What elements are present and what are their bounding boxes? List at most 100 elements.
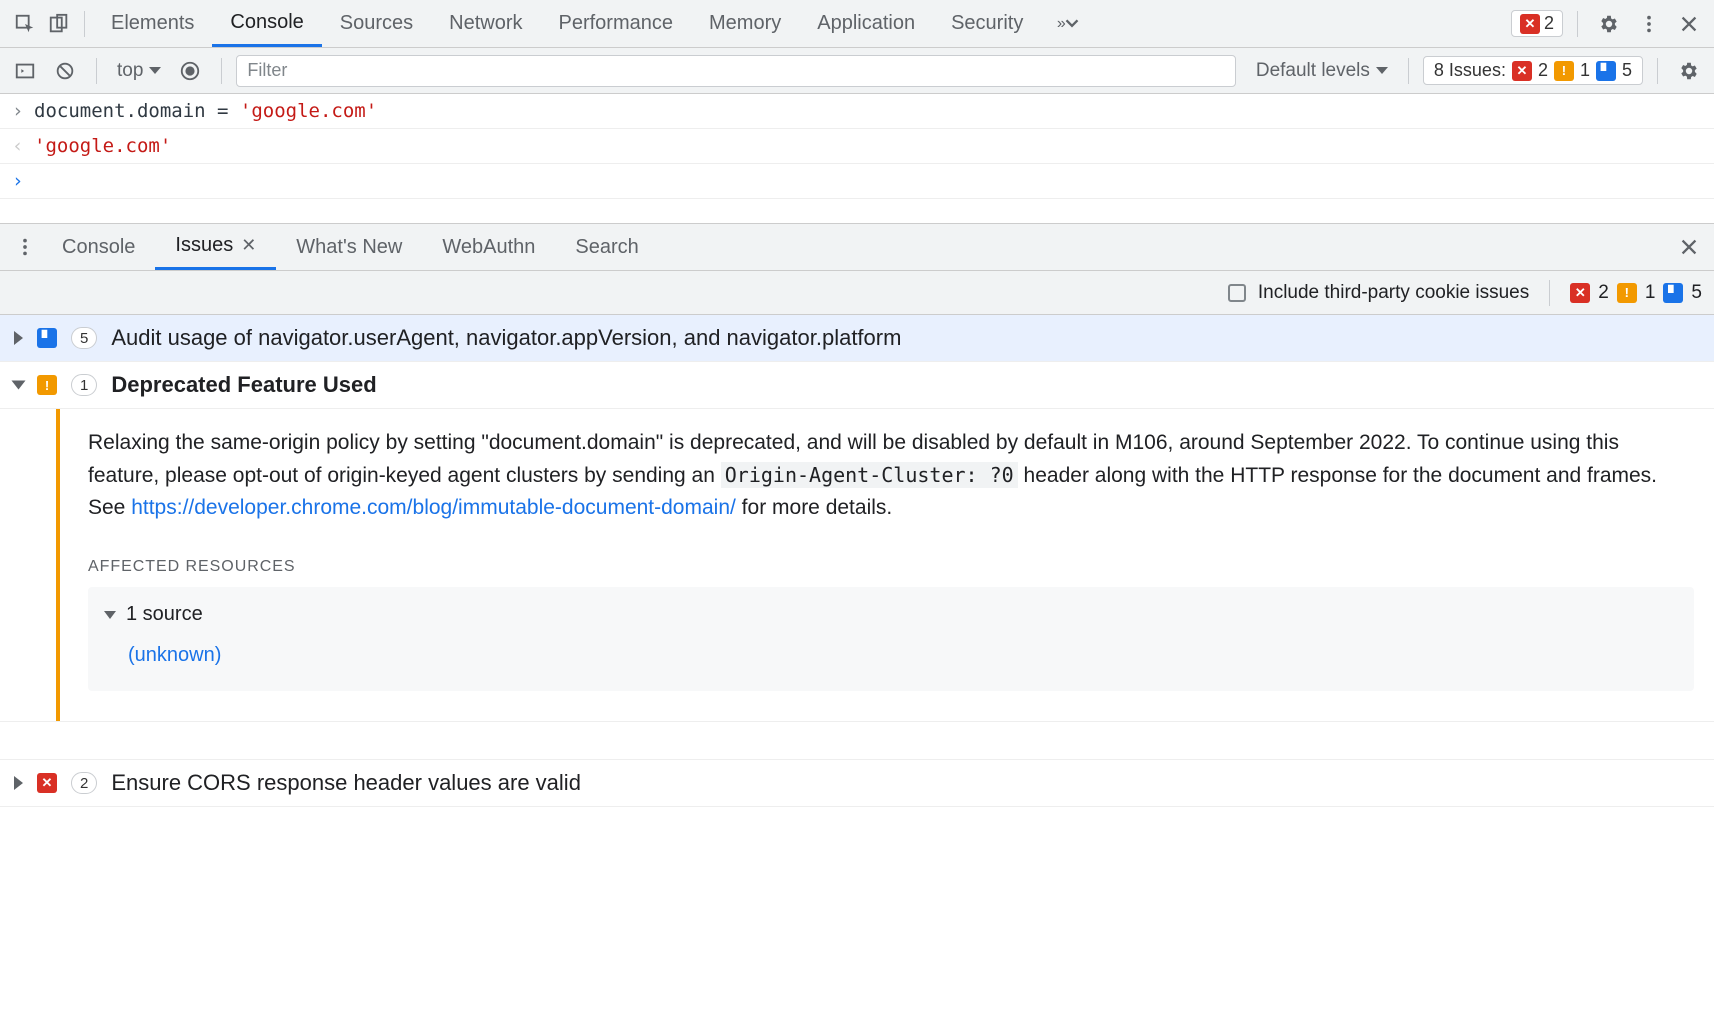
clear-console-icon[interactable] [48,54,82,88]
drawer-kebab-icon[interactable] [8,230,42,264]
main-tab-list: Elements Console Sources Network Perform… [93,0,1511,47]
issues-warn-count: 1 [1580,60,1590,81]
issue-title: Ensure CORS response header values are v… [111,770,581,796]
tab-performance[interactable]: Performance [541,0,692,47]
console-sidebar-toggle-icon[interactable] [8,54,42,88]
console-output-row: ‹ 'google.com' [0,129,1714,164]
issue-body: Relaxing the same-origin policy by setti… [60,409,1714,721]
log-levels-label: Default levels [1256,60,1370,82]
issue-count-pill: 1 [71,374,97,396]
affected-resources-box: 1 source (unknown) [88,587,1694,691]
toolbar-divider [1549,280,1550,306]
console-input-row: › document.domain = 'google.com' [0,94,1714,129]
close-tab-icon[interactable]: ✕ [241,235,256,256]
expand-toggle-icon[interactable] [14,776,23,790]
context-selector[interactable]: top [111,60,167,82]
issues-label: 8 Issues: [1434,60,1506,81]
toolbar-divider [1408,58,1409,84]
prompt-caret-icon: › [12,170,34,192]
header-err-count: 2 [1598,282,1609,304]
tab-security[interactable]: Security [933,0,1041,47]
console-log-area: › document.domain = 'google.com' ‹ 'goog… [0,94,1714,199]
inspect-element-icon[interactable] [8,7,42,41]
drawer-tab-whats-new[interactable]: What's New [276,224,422,270]
affected-source-count: 1 source [126,599,203,630]
console-prompt-row[interactable]: › [0,164,1714,199]
issues-err-count: 2 [1538,60,1548,81]
console-input-code: document.domain = 'google.com' [34,100,377,122]
chevron-down-icon [149,67,161,74]
tab-console[interactable]: Console [212,0,321,47]
issue-count-pill: 2 [71,772,97,794]
toolbar-divider [96,58,97,84]
issues-summary-button[interactable]: 8 Issues: ✕ 2 ! 1 ▘ 5 [1423,56,1643,85]
console-filter-input[interactable] [236,55,1235,87]
close-drawer-icon[interactable] [1672,230,1706,264]
issue-row-cors[interactable]: ✕ 2 Ensure CORS response header values a… [0,760,1714,807]
toolbar-divider [84,11,85,37]
header-warn-count: 1 [1645,282,1656,304]
tab-sources[interactable]: Sources [322,0,431,47]
error-icon: ✕ [37,773,57,793]
devtools-main-toolbar: Elements Console Sources Network Perform… [0,0,1714,48]
issue-detail-deprecated: Relaxing the same-origin policy by setti… [0,409,1714,722]
affected-resources-label: Affected Resources [88,555,1694,580]
expand-toggle-icon[interactable] [12,381,26,390]
close-devtools-icon[interactable] [1672,7,1706,41]
issues-info-count: 5 [1622,60,1632,81]
expand-toggle-icon[interactable] [14,331,23,345]
issue-title: Deprecated Feature Used [111,372,376,398]
error-icon: ✕ [1520,14,1540,34]
affected-source-row[interactable]: 1 source [104,599,1678,630]
issue-count-pill: 5 [71,327,97,349]
settings-gear-icon[interactable] [1592,7,1626,41]
error-icon: ✕ [1570,283,1590,303]
tab-elements[interactable]: Elements [93,0,212,47]
error-count-text: 2 [1544,13,1554,34]
issue-separator [0,722,1714,760]
console-output-value: 'google.com' [34,135,171,157]
tab-network[interactable]: Network [431,0,540,47]
more-tabs-icon[interactable]: » [1059,7,1093,41]
chevron-down-icon [1376,67,1388,74]
input-caret-icon: › [12,100,34,122]
info-icon: ▘ [1596,61,1616,81]
header-info-count: 5 [1691,282,1702,304]
drawer-tab-webauthn[interactable]: WebAuthn [422,224,555,270]
device-toolbar-icon[interactable] [42,7,76,41]
issue-row-deprecated[interactable]: ! 1 Deprecated Feature Used [0,362,1714,409]
issues-count-group: ✕ 2 ! 1 ▘ 5 [1570,282,1702,304]
toolbar-right-cluster: ✕ 2 [1511,7,1706,41]
issue-title: Audit usage of navigator.userAgent, navi… [111,325,901,351]
issue-doc-link[interactable]: https://developer.chrome.com/blog/immuta… [131,496,736,519]
info-icon: ▘ [37,328,57,348]
warning-icon: ! [1554,61,1574,81]
toolbar-divider [221,58,222,84]
error-icon: ✕ [1512,61,1532,81]
affected-source-link[interactable]: (unknown) [128,640,1678,671]
warning-icon: ! [37,375,57,395]
kebab-menu-icon[interactable] [1632,7,1666,41]
drawer-tab-issues[interactable]: Issues ✕ [155,224,276,270]
tab-application[interactable]: Application [799,0,933,47]
error-count-badge[interactable]: ✕ 2 [1511,10,1563,37]
tab-memory[interactable]: Memory [691,0,799,47]
console-settings-gear-icon[interactable] [1672,54,1706,88]
info-icon: ▘ [1663,283,1683,303]
include-3p-checkbox[interactable] [1228,284,1246,302]
expand-toggle-icon[interactable] [104,611,116,619]
include-3p-label: Include third-party cookie issues [1258,282,1529,304]
issues-panel-header: Include third-party cookie issues ✕ 2 ! 1 … [0,271,1714,315]
drawer-tab-bar: Console Issues ✕ What's New WebAuthn Sea… [0,223,1714,271]
warning-icon: ! [1617,283,1637,303]
toolbar-divider [1577,11,1578,37]
drawer-tab-console[interactable]: Console [42,224,155,270]
issue-description: Relaxing the same-origin policy by setti… [88,427,1694,525]
drawer-tab-issues-label: Issues [175,234,233,257]
live-expression-icon[interactable] [173,54,207,88]
log-levels-dropdown[interactable]: Default levels [1250,60,1394,82]
drawer-tab-search[interactable]: Search [555,224,658,270]
issue-row-audit[interactable]: ▘ 5 Audit usage of navigator.userAgent, … [0,315,1714,362]
console-sub-toolbar: top Default levels 8 Issues: ✕ 2 ! 1 ▘ 5 [0,48,1714,94]
context-label: top [117,60,143,82]
